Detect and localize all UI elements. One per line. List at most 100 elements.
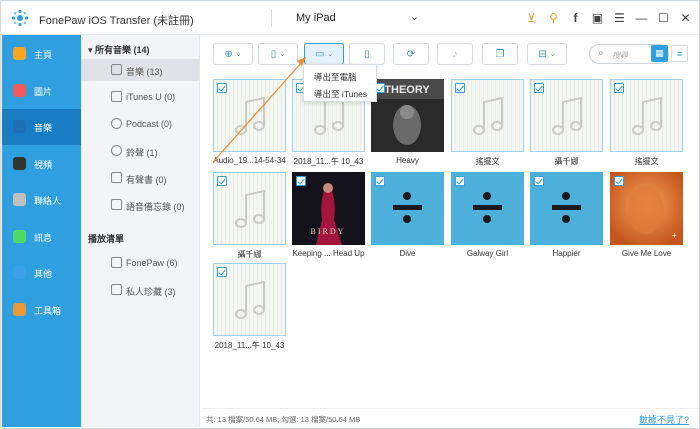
select-checkbox[interactable] [296,176,306,186]
category-item-3[interactable]: 鈴聲 (1) [81,140,199,162]
select-checkbox[interactable] [455,83,465,93]
export-device-icon: ▯ [270,48,277,60]
sidebar-item-0[interactable]: 主頁 [2,36,81,72]
maximize-icon[interactable]: ☐ [656,11,671,26]
select-checkbox[interactable] [455,176,465,186]
music-note-icon [111,64,122,75]
device-name: My iPad [296,12,336,24]
facebook-icon[interactable]: f [568,11,583,26]
svg-text:THEORY: THEORY [384,84,430,96]
itunes-u-icon [111,91,122,102]
toolbox-icon: ⊟ [538,48,547,60]
device-selector[interactable]: My iPad ⌄ [271,10,421,26]
sidebar-item-label: 音樂 [34,123,53,133]
status-bar: 共: 13 檔案/50.64 MB; 勾選: 13 檔案/50.64 MB 數據… [201,408,699,428]
sidebar-item-3[interactable]: 視頻 [2,146,81,182]
select-checkbox[interactable] [217,83,227,93]
search-input[interactable]: 搜尋 [612,50,628,61]
export-pc-button[interactable]: ▭ ⌄ [304,43,344,65]
song-tile[interactable]: Dive [371,172,444,264]
export-device-button[interactable]: ▯ ⌄ [258,43,298,65]
svg-text:BIRDY: BIRDY [311,227,346,236]
song-tile[interactable]: Happier [530,172,603,264]
select-checkbox[interactable] [217,176,227,186]
podcast-icon [111,118,122,129]
song-tile[interactable]: Audio_19...14-54-34 [213,79,286,171]
song-tile[interactable]: 搖擺文 [610,79,683,171]
copy-button[interactable]: ❐ [482,43,518,65]
data-missing-link[interactable]: 數據不見了? [639,413,689,426]
sidebar-item-2[interactable]: 音樂 [2,109,81,145]
category-label: iTunes U (0) [126,92,176,102]
home-icon [13,47,26,60]
other-icon [13,266,26,279]
sync-button[interactable]: ⟳ [393,43,429,65]
delete-button[interactable]: ▯ [349,43,385,65]
select-checkbox[interactable] [375,176,385,186]
select-checkbox[interactable] [614,176,624,186]
status-text: 共: 13 檔案/50.64 MB; 勾選: 13 檔案/50.64 MB [206,415,361,424]
toolbox-icon [13,302,26,316]
app-window: FonePaw iOS Transfer (未註冊) My iPad ⌄ ⊻ ⚲ f… [0,0,700,429]
song-tile[interactable]: BIRDY Keeping ... Head Up [292,172,365,264]
chevron-down-icon: ⌄ [549,51,556,58]
song-tile[interactable]: 攝千娜 [530,79,603,171]
song-tile[interactable]: 2018_11...午 10_43 [213,263,286,355]
contacts-icon [13,193,26,206]
category-item-2[interactable]: Podcast (0) [81,113,199,135]
chevron-down-icon: ⌄ [235,51,242,58]
category-label: 語音備忘錄 (0) [126,202,185,212]
playlist-item-0[interactable]: FonePaw (6) [81,252,199,274]
sidebar-item-7[interactable]: 工具箱 [2,292,81,328]
export-to-itunes-item[interactable]: 導出至 iTunes [314,88,367,100]
sidebar-item-5[interactable]: 訊息 [2,219,81,255]
key-icon[interactable]: ⚲ [546,11,561,26]
svg-text:+: + [672,231,677,240]
song-title: 搖擺文 [634,157,659,166]
chevron-down-icon: ⌄ [327,51,334,58]
sidebar-item-label: 聯絡人 [34,196,62,206]
title-bar: FonePaw iOS Transfer (未註冊) My iPad ⌄ ⊻ ⚲ f… [1,1,699,35]
song-tile[interactable]: 搖擺文 [451,79,524,171]
select-checkbox[interactable] [534,83,544,93]
song-tile[interactable]: Galway Girl [451,172,524,264]
song-title: 攝千娜 [554,157,579,166]
add-button[interactable]: ⊕ ⌄ [213,43,253,65]
sidebar-item-1[interactable]: 圖片 [2,73,81,109]
toolbox-button[interactable]: ⊟ ⌄ [527,43,567,65]
all-music-header[interactable]: ▾ 所有音樂 (14) [88,43,150,56]
song-title: Dive [399,249,416,258]
minimize-icon[interactable]: — [634,11,649,26]
video-icon [13,156,26,170]
menu-icon[interactable]: ☰ [612,11,627,26]
close-icon[interactable]: ✕ [678,11,693,26]
sidebar-item-label: 其他 [34,269,53,279]
grid-view-button[interactable]: ▦ [651,45,668,62]
select-checkbox[interactable] [534,176,544,186]
select-checkbox[interactable] [217,267,227,277]
song-title: Galway Girl [466,249,509,258]
playlist-item-1[interactable]: 私人珍藏 (3) [81,279,199,301]
category-label: 有聲書 (0) [126,175,167,185]
song-tile[interactable]: 攝千娜 [213,172,286,264]
sidebar-item-6[interactable]: 其他 [2,255,81,291]
export-to-pc-item[interactable]: 導出至電腦 [314,71,357,83]
select-checkbox[interactable] [614,83,624,93]
bell-icon: ♪ [452,48,458,60]
chat-icon[interactable]: ▣ [590,11,605,26]
category-item-1[interactable]: iTunes U (0) [81,86,199,108]
ringtone-button[interactable]: ♪ [437,43,473,65]
category-item-5[interactable]: 語音備忘錄 (0) [81,194,199,216]
messages-icon [13,229,26,243]
category-item-0[interactable]: 音樂 (13) [81,59,199,81]
song-grid: Audio_19...14-54-34 2018_11...午 10_43 THEO… [201,73,699,409]
sidebar-item-4[interactable]: 聯絡人 [2,182,81,218]
toolbar: ⌕ 搜尋 ▦ ≡ ⊕ ⌄ ▯ ⌄ ▭ ⌄ ▯ ⟳ ♪ ❐ ⊟ ⌄ [201,35,699,73]
song-tile[interactable]: THEORY Heavy [371,79,444,171]
song-title: 攝千娜 [237,250,262,259]
cart-icon[interactable]: ⊻ [524,11,539,26]
list-view-button[interactable]: ≡ [671,45,688,62]
playlist-label: FonePaw (6) [126,258,178,268]
song-tile[interactable]: + Give Me Love [610,172,683,264]
category-item-4[interactable]: 有聲書 (0) [81,167,199,189]
